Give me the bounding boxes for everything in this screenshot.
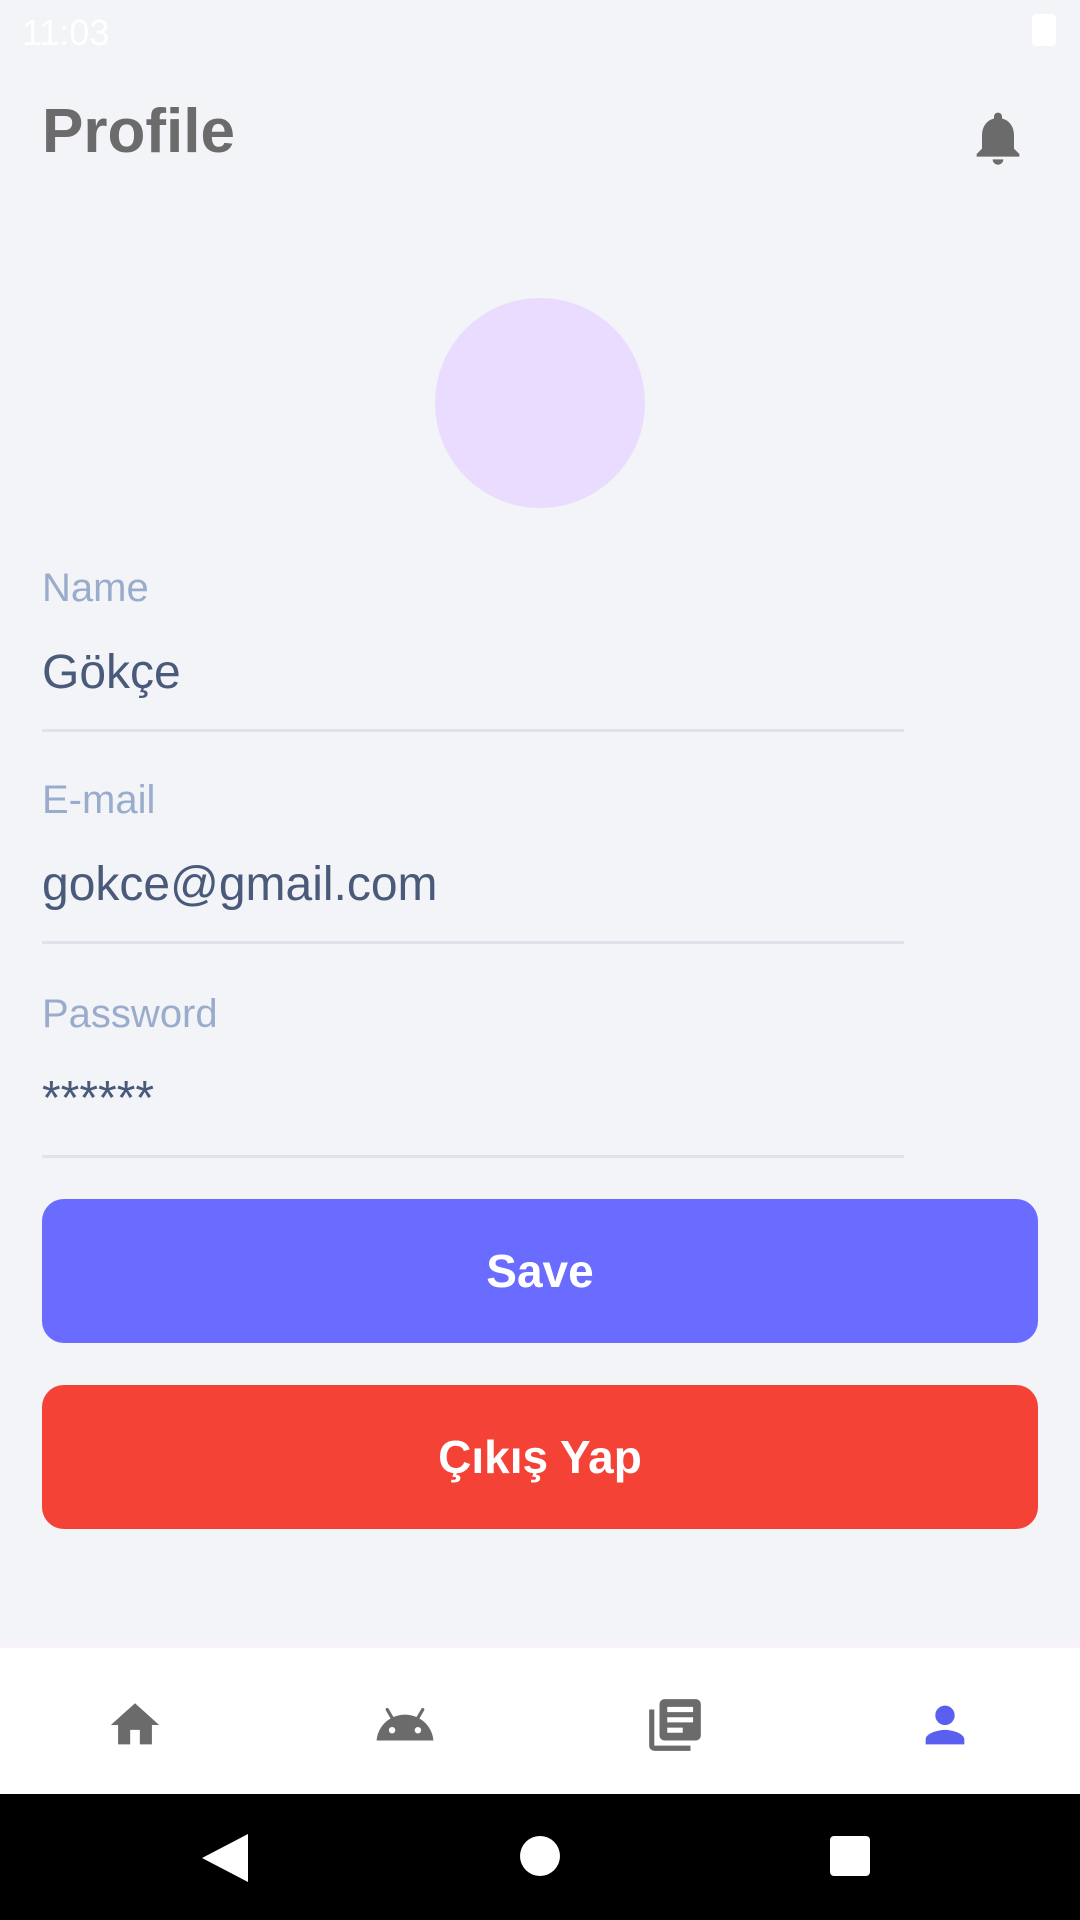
email-underline [42,941,904,944]
email-input[interactable]: gokce@gmail.com [42,857,904,912]
avatar[interactable] [435,298,645,508]
home-icon [110,1703,160,1745]
save-button[interactable]: Save [42,1199,1038,1343]
password-underline [42,1155,904,1158]
back-icon[interactable] [202,1834,248,1882]
page-title: Profile [42,97,235,166]
system-nav [0,1794,1080,1920]
home-circle-icon[interactable] [520,1836,560,1876]
recents-icon[interactable] [830,1836,870,1876]
bottom-nav [0,1640,1080,1802]
bell-icon[interactable] [966,100,1030,176]
password-field[interactable]: Password ****** [42,992,904,1158]
email-label: E-mail [42,778,156,822]
name-underline [42,729,904,732]
nav-profile[interactable] [810,1648,1080,1802]
nav-home[interactable] [0,1648,270,1802]
news-icon [649,1699,701,1751]
nav-android[interactable] [270,1648,540,1802]
nav-news[interactable] [540,1648,810,1802]
email-field[interactable]: E-mail gokce@gmail.com [42,778,904,944]
person-icon [925,1705,965,1745]
battery-icon [1032,14,1056,46]
status-bar: 11:03 [0,0,1080,64]
name-input[interactable]: Gökçe [42,645,904,700]
password-label: Password [42,992,218,1036]
name-label: Name [42,566,149,610]
name-field[interactable]: Name Gökçe [42,566,904,732]
logout-button[interactable]: Çıkış Yap [42,1385,1038,1529]
status-time: 11:03 [22,12,110,53]
android-icon [376,1707,434,1741]
password-input[interactable]: ****** [42,1071,904,1126]
